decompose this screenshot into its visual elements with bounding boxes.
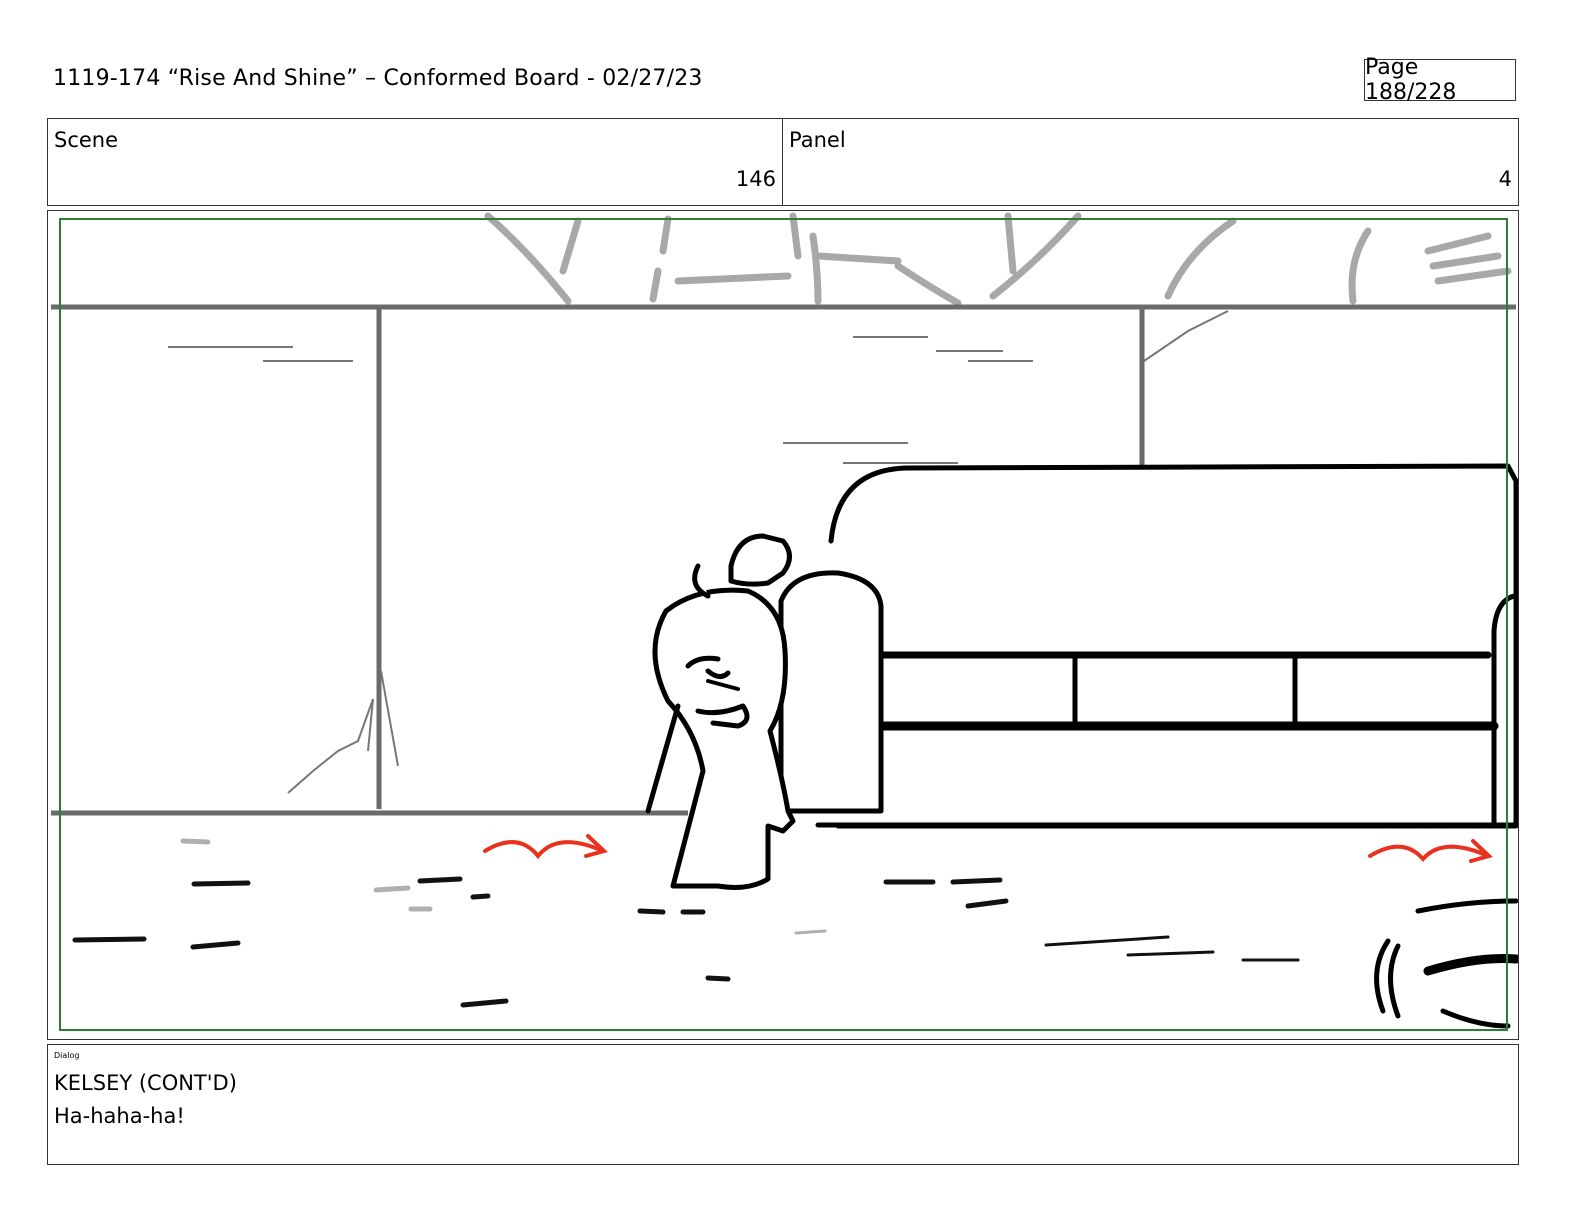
- board-title: 1119-174 “Rise And Shine” – Conformed Bo…: [53, 66, 703, 91]
- background-trees: [484, 212, 1512, 307]
- dialog-label: Dialog: [54, 1051, 80, 1060]
- dialog-line: Ha-haha-ha!: [54, 1104, 185, 1128]
- scene-number: 146: [735, 167, 776, 191]
- foreground-object: [1374, 898, 1518, 1029]
- motion-arrows: [483, 834, 1493, 863]
- scene-panel-info: Scene 146 Panel 4: [47, 118, 1519, 206]
- scene-label: Scene: [54, 128, 119, 152]
- storyboard-drawing: [51, 212, 1518, 1031]
- panel-number: 4: [1498, 167, 1512, 191]
- scene-cell: Scene 146: [48, 119, 783, 205]
- panel-label: Panel: [789, 128, 846, 152]
- storyboard-frame: [47, 210, 1519, 1040]
- dialog-speaker: KELSEY (CONT'D): [54, 1071, 237, 1095]
- couch: [778, 463, 1518, 829]
- dialog-box: Dialog KELSEY (CONT'D) Ha-haha-ha!: [47, 1044, 1519, 1165]
- panel-cell: Panel 4: [783, 119, 1518, 205]
- page-number: Page 188/228: [1364, 55, 1516, 105]
- floor-strokes: [72, 876, 1300, 1008]
- kelsey-character: [645, 533, 796, 890]
